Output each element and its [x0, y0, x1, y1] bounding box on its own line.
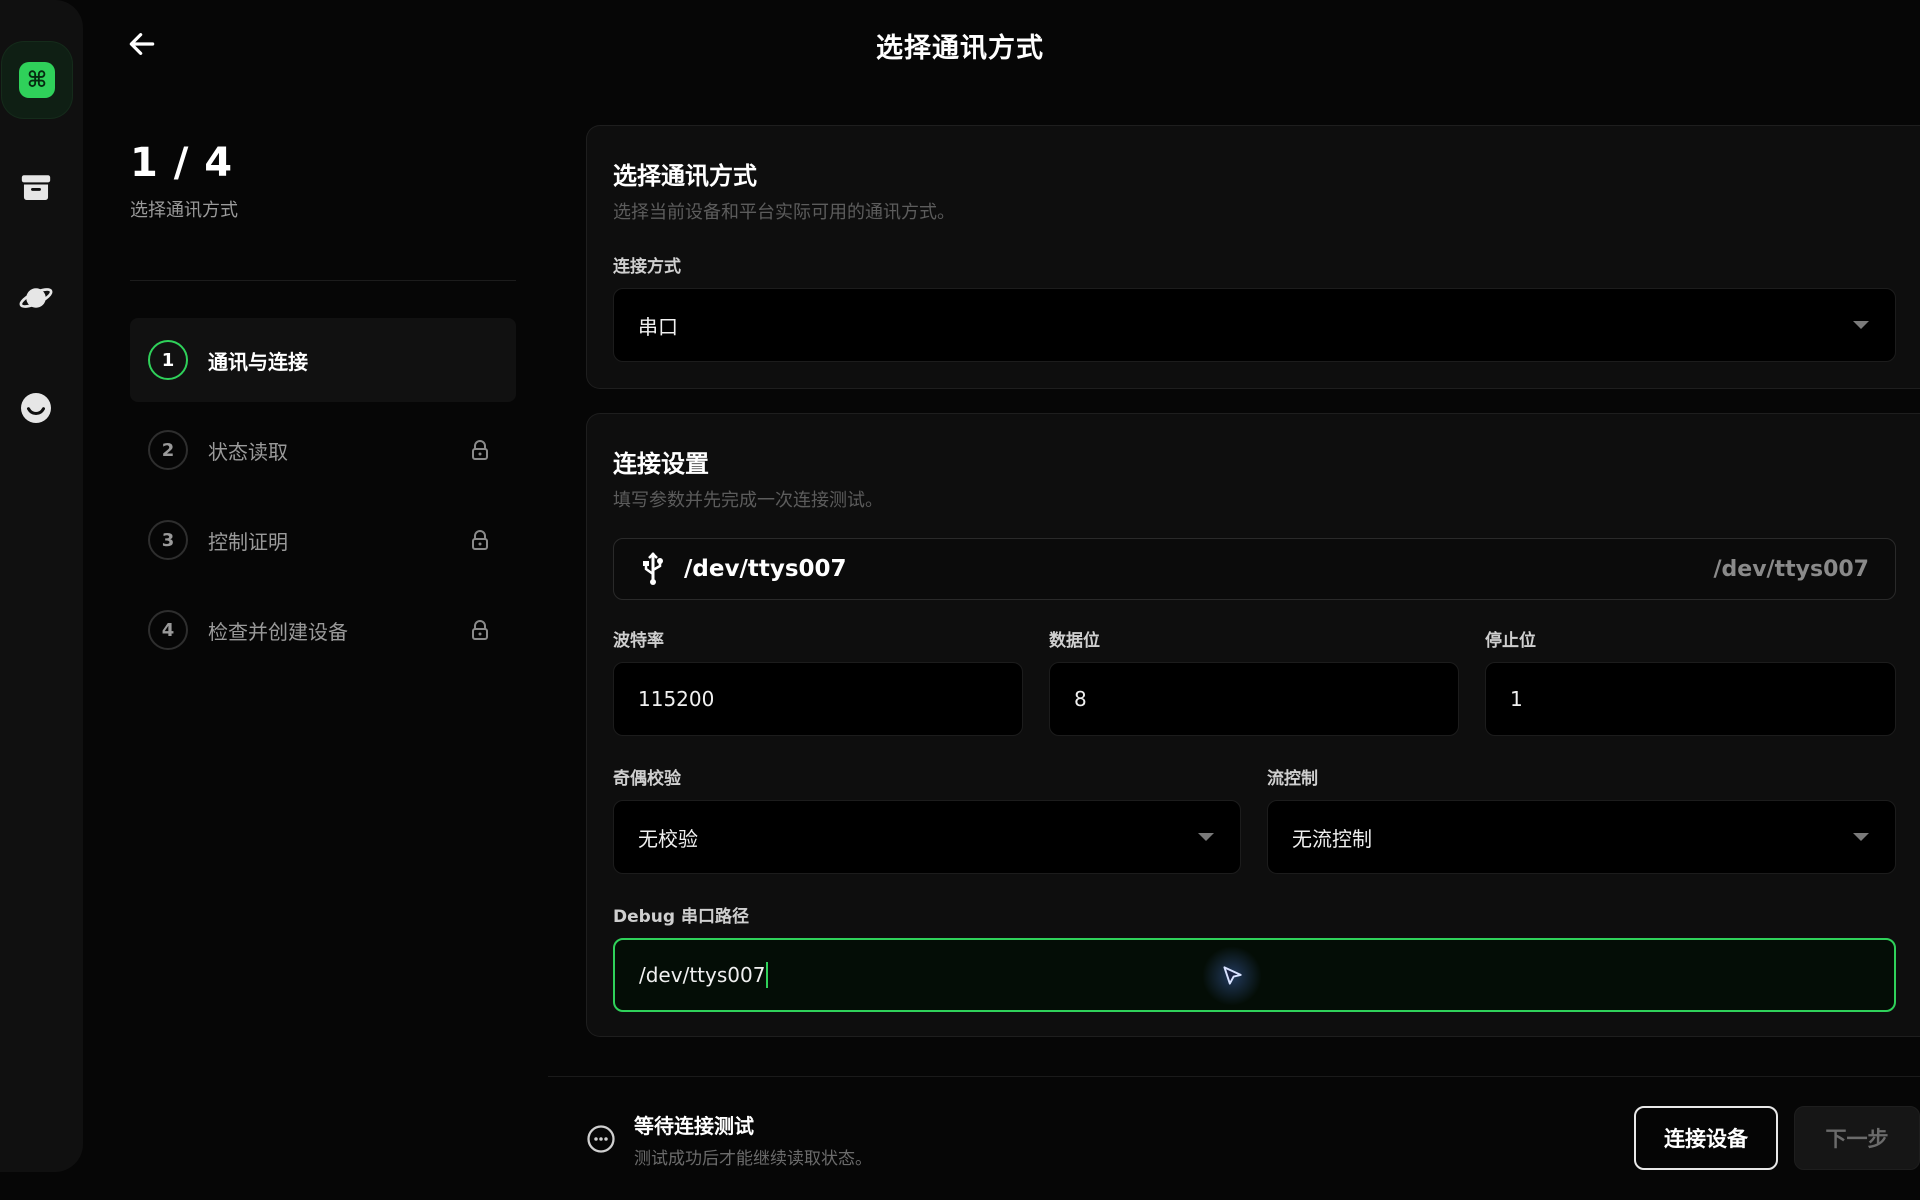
cursor-arrow-icon: [1223, 966, 1242, 985]
chevron-down-icon: [1198, 833, 1214, 841]
next-step-button[interactable]: 下一步: [1794, 1106, 1920, 1170]
lock-icon: [460, 619, 500, 641]
status-description: 测试成功后才能继续读取状态。: [634, 1149, 872, 1169]
text-cursor: [766, 962, 769, 988]
port-path: /dev/ttys007: [1713, 556, 1869, 582]
stop-bits-input[interactable]: 1: [1485, 662, 1896, 736]
baud-rate-input[interactable]: 115200: [613, 662, 1023, 736]
step-label: 控制证明: [208, 529, 288, 554]
step-subtitle: 选择通讯方式: [130, 200, 238, 221]
field-label: 波特率: [613, 631, 664, 651]
chevron-down-icon: [1853, 833, 1869, 841]
rail-item-archive[interactable]: [12, 164, 60, 212]
planet-icon: [19, 288, 53, 308]
lock-icon: [460, 529, 500, 551]
step-number: 2: [148, 430, 188, 470]
icon-rail: ⌘: [0, 0, 83, 1172]
serial-port-item[interactable]: /dev/ttys007 /dev/ttys007: [613, 538, 1896, 600]
rail-item-planet[interactable]: [12, 274, 60, 322]
lock-icon: [460, 439, 500, 461]
step-progress: 1 / 4 选择通讯方式: [130, 140, 238, 222]
card-title: 选择通讯方式: [613, 162, 757, 190]
input-value: /dev/ttys007: [639, 963, 766, 987]
field-label: 数据位: [1049, 631, 1100, 651]
divider: [130, 280, 516, 281]
step-number: 4: [148, 610, 188, 650]
step-label: 检查并创建设备: [208, 619, 348, 644]
select-value: 无流控制: [1292, 826, 1372, 851]
page-title: 选择通讯方式: [876, 33, 1044, 64]
footer-divider: [548, 1076, 1920, 1077]
step-label: 状态读取: [208, 439, 288, 464]
data-bits-input[interactable]: 8: [1049, 662, 1459, 736]
step-number: 3: [148, 520, 188, 560]
select-value: 串口: [638, 314, 678, 339]
step-item-2[interactable]: 2 状态读取: [130, 408, 516, 492]
input-value: 1: [1510, 687, 1523, 711]
card-description: 填写参数并先完成一次连接测试。: [613, 490, 883, 511]
usb-icon: [643, 552, 663, 585]
flow-control-select[interactable]: 无流控制: [1267, 800, 1896, 874]
field-label: 停止位: [1485, 631, 1536, 651]
select-value: 无校验: [638, 826, 698, 851]
connect-device-button[interactable]: 连接设备: [1634, 1106, 1778, 1170]
input-value: 115200: [638, 687, 715, 711]
status-title: 等待连接测试: [634, 1114, 754, 1138]
parity-select[interactable]: 无校验: [613, 800, 1241, 874]
field-label: 连接方式: [613, 257, 681, 277]
rail-item-profile[interactable]: [12, 384, 60, 432]
mouse-pointer: [1202, 946, 1262, 1006]
smile-icon: [21, 393, 51, 423]
card-title: 连接设置: [613, 450, 709, 478]
step-item-1[interactable]: 1 通讯与连接: [130, 318, 516, 402]
step-item-3[interactable]: 3 控制证明: [130, 498, 516, 582]
step-item-4[interactable]: 4 检查并创建设备: [130, 588, 516, 672]
method-card: 选择通讯方式 选择当前设备和平台实际可用的通讯方式。 连接方式 串口: [586, 125, 1920, 389]
step-count: 1 / 4: [130, 140, 234, 186]
field-label: 流控制: [1267, 769, 1318, 789]
pending-icon: [586, 1124, 616, 1158]
archive-icon: [21, 175, 51, 201]
command-icon: ⌘: [19, 62, 55, 98]
field-label: Debug 串口路径: [613, 907, 749, 927]
step-label: 通讯与连接: [208, 349, 308, 374]
card-description: 选择当前设备和平台实际可用的通讯方式。: [613, 202, 955, 223]
connection-method-select[interactable]: 串口: [613, 288, 1896, 362]
step-number: 1: [148, 340, 188, 380]
field-label: 奇偶校验: [613, 769, 681, 789]
connection-settings-card: 连接设置 填写参数并先完成一次连接测试。 /dev/ttys007 /dev/t…: [586, 413, 1920, 1037]
chevron-down-icon: [1853, 321, 1869, 329]
input-value: 8: [1074, 687, 1087, 711]
port-name: /dev/ttys007: [684, 556, 847, 582]
